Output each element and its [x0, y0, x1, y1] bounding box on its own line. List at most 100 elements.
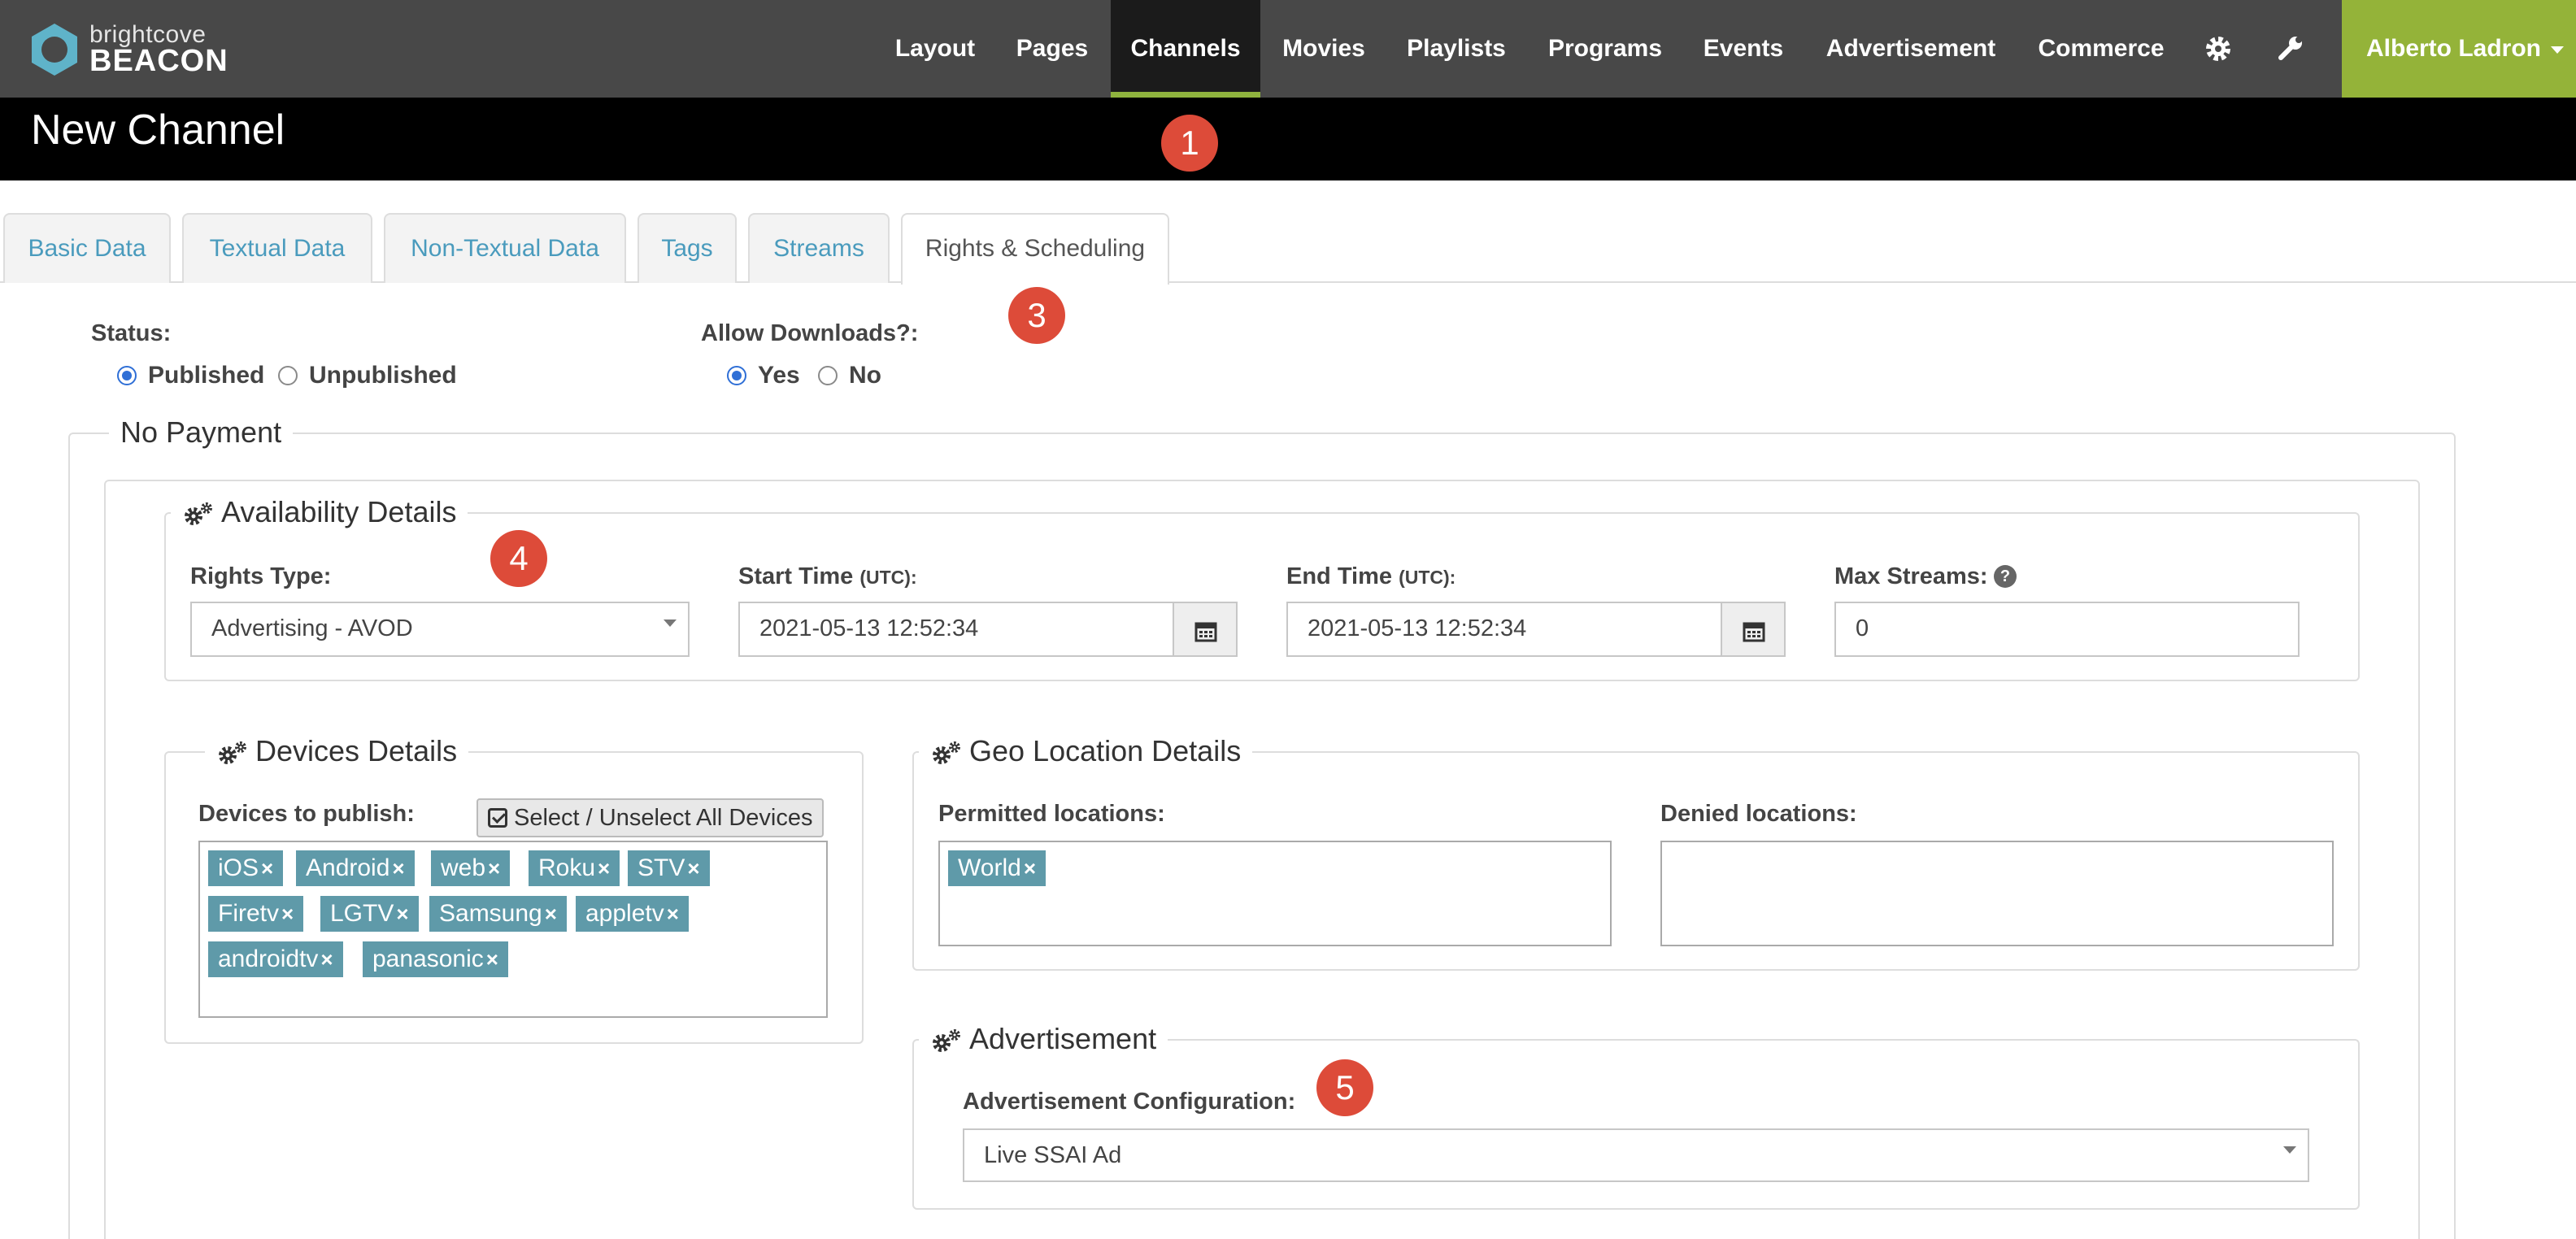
- device-tag-web[interactable]: web ×: [431, 850, 511, 886]
- remove-tag-icon[interactable]: ×: [261, 856, 273, 880]
- end-time-label: End Time (UTC):: [1286, 563, 1456, 589]
- downloads-no-label[interactable]: No: [849, 362, 881, 389]
- gears-icon: [933, 741, 960, 765]
- downloads-no-radio[interactable]: [818, 366, 838, 385]
- status-unpublished-label[interactable]: Unpublished: [309, 362, 457, 389]
- wrench-icon[interactable]: [2274, 33, 2306, 65]
- ad-config-value: Live SSAI Ad: [984, 1142, 1122, 1168]
- step-badge-4: 4: [490, 530, 547, 587]
- devices-tag-input[interactable]: iOS × Android × web × Roku × STV × Firetv × LG…: [198, 841, 828, 1018]
- tab-tags[interactable]: Tags: [637, 213, 737, 283]
- nav-channels[interactable]: Channels: [1111, 0, 1260, 98]
- allow-downloads-label: Allow Downloads?:: [701, 320, 919, 346]
- ad-config-select[interactable]: Live SSAI Ad: [963, 1128, 2309, 1182]
- remove-tag-icon[interactable]: ×: [486, 947, 498, 972]
- rights-type-select[interactable]: Advertising - AVOD: [190, 602, 690, 657]
- status-published-radio[interactable]: [117, 366, 137, 385]
- tab-textual-data[interactable]: Textual Data: [182, 213, 372, 283]
- rights-type-value: Advertising - AVOD: [211, 615, 413, 641]
- nav-playlists[interactable]: Playlists: [1402, 0, 1511, 98]
- page-title: New Channel: [31, 107, 285, 154]
- step-badge-3: 3: [1008, 287, 1065, 344]
- ad-config-label: Advertisement Configuration:: [963, 1089, 1296, 1115]
- chevron-down-icon: [2551, 46, 2564, 54]
- remove-tag-icon[interactable]: ×: [392, 856, 404, 880]
- nav-advertisement[interactable]: Advertisement: [1820, 0, 2002, 98]
- max-streams-input[interactable]: 0: [1834, 602, 2300, 657]
- step-badge-5: 5: [1316, 1059, 1373, 1116]
- remove-tag-icon[interactable]: ×: [320, 947, 333, 972]
- denied-locations-label: Denied locations:: [1660, 801, 1857, 827]
- brand-logo[interactable]: brightcove BEACON: [26, 20, 237, 78]
- nav-commerce[interactable]: Commerce: [2033, 0, 2169, 98]
- end-time-input[interactable]: 2021-05-13 12:52:34: [1286, 602, 1722, 657]
- permitted-locations-input[interactable]: World ×: [938, 841, 1612, 946]
- device-tag-roku[interactable]: Roku ×: [529, 850, 620, 886]
- device-tag-panasonic[interactable]: panasonic ×: [363, 941, 508, 977]
- device-tag-firetv[interactable]: Firetv ×: [208, 896, 304, 932]
- advertisement-fieldset: [912, 1039, 2360, 1210]
- location-tag-world[interactable]: World ×: [948, 850, 1046, 886]
- remove-tag-icon[interactable]: ×: [1024, 856, 1036, 880]
- max-streams-value: 0: [1856, 615, 1869, 641]
- calendar-icon: [1194, 622, 1217, 642]
- status-published-label[interactable]: Published: [148, 362, 264, 389]
- device-tag-lgtv[interactable]: LGTV ×: [320, 896, 419, 932]
- user-menu-button[interactable]: Alberto Ladron: [2342, 0, 2576, 98]
- downloads-yes-label[interactable]: Yes: [758, 362, 800, 389]
- downloads-yes-radio[interactable]: [727, 366, 746, 385]
- availability-legend-text: Availability Details: [221, 495, 457, 528]
- availability-legend: Availability Details: [171, 494, 468, 530]
- device-tag-stv[interactable]: STV ×: [628, 850, 710, 886]
- permitted-locations-label: Permitted locations:: [938, 801, 1165, 827]
- no-payment-legend: No Payment: [109, 415, 294, 450]
- gears-icon: [933, 1029, 960, 1053]
- remove-tag-icon[interactable]: ×: [545, 902, 557, 926]
- devices-legend-text: Devices Details: [255, 734, 458, 767]
- nav-events[interactable]: Events: [1698, 0, 1789, 98]
- calendar-icon: [1743, 622, 1765, 642]
- brightcove-logo-icon: [32, 24, 77, 76]
- tab-streams[interactable]: Streams: [748, 213, 890, 283]
- device-tag-android[interactable]: Android ×: [296, 850, 415, 886]
- end-time-value: 2021-05-13 12:52:34: [1308, 615, 1527, 641]
- tab-basic-data[interactable]: Basic Data: [3, 213, 171, 283]
- start-time-value: 2021-05-13 12:52:34: [759, 615, 979, 641]
- top-nav: brightcove BEACON Layout Pages Channels …: [0, 0, 2576, 98]
- nav-programs[interactable]: Programs: [1540, 0, 1670, 98]
- status-unpublished-radio[interactable]: [278, 366, 298, 385]
- start-time-label: Start Time (UTC):: [738, 563, 917, 589]
- remove-tag-icon[interactable]: ×: [598, 856, 610, 880]
- nav-movies[interactable]: Movies: [1275, 0, 1373, 98]
- remove-tag-icon[interactable]: ×: [488, 856, 500, 880]
- gears-icon: [219, 741, 246, 765]
- start-time-input[interactable]: 2021-05-13 12:52:34: [738, 602, 1174, 657]
- remove-tag-icon[interactable]: ×: [281, 902, 294, 926]
- rights-type-label: Rights Type:: [190, 563, 332, 589]
- nav-pages[interactable]: Pages: [1005, 0, 1099, 98]
- advertisement-legend-text: Advertisement: [969, 1022, 1157, 1055]
- help-icon[interactable]: ?: [1994, 565, 2017, 588]
- remove-tag-icon[interactable]: ×: [687, 856, 699, 880]
- end-time-picker-button[interactable]: [1722, 602, 1786, 657]
- gear-icon[interactable]: [2202, 33, 2234, 65]
- chevron-down-icon: [664, 620, 677, 627]
- device-tag-androidtv[interactable]: androidtv ×: [208, 941, 343, 977]
- device-tag-appletv[interactable]: appletv ×: [576, 896, 689, 932]
- step-badge-1: 1: [1161, 115, 1218, 172]
- device-tag-samsung[interactable]: Samsung ×: [429, 896, 567, 932]
- check-square-icon: [488, 808, 507, 828]
- select-all-devices-label: Select / Unselect All Devices: [514, 805, 813, 831]
- advertisement-legend: Advertisement: [919, 1021, 1168, 1057]
- status-label: Status:: [91, 320, 172, 346]
- remove-tag-icon[interactable]: ×: [667, 902, 679, 926]
- denied-locations-input[interactable]: [1660, 841, 2334, 946]
- device-tag-ios[interactable]: iOS ×: [208, 850, 284, 886]
- tab-non-textual-data[interactable]: Non-Textual Data: [384, 213, 626, 283]
- tab-rights-scheduling[interactable]: Rights & Scheduling: [901, 213, 1169, 285]
- nav-layout[interactable]: Layout: [883, 0, 987, 98]
- title-band: [0, 98, 2576, 180]
- select-all-devices-button[interactable]: Select / Unselect All Devices: [476, 798, 825, 837]
- start-time-picker-button[interactable]: [1174, 602, 1238, 657]
- remove-tag-icon[interactable]: ×: [396, 902, 408, 926]
